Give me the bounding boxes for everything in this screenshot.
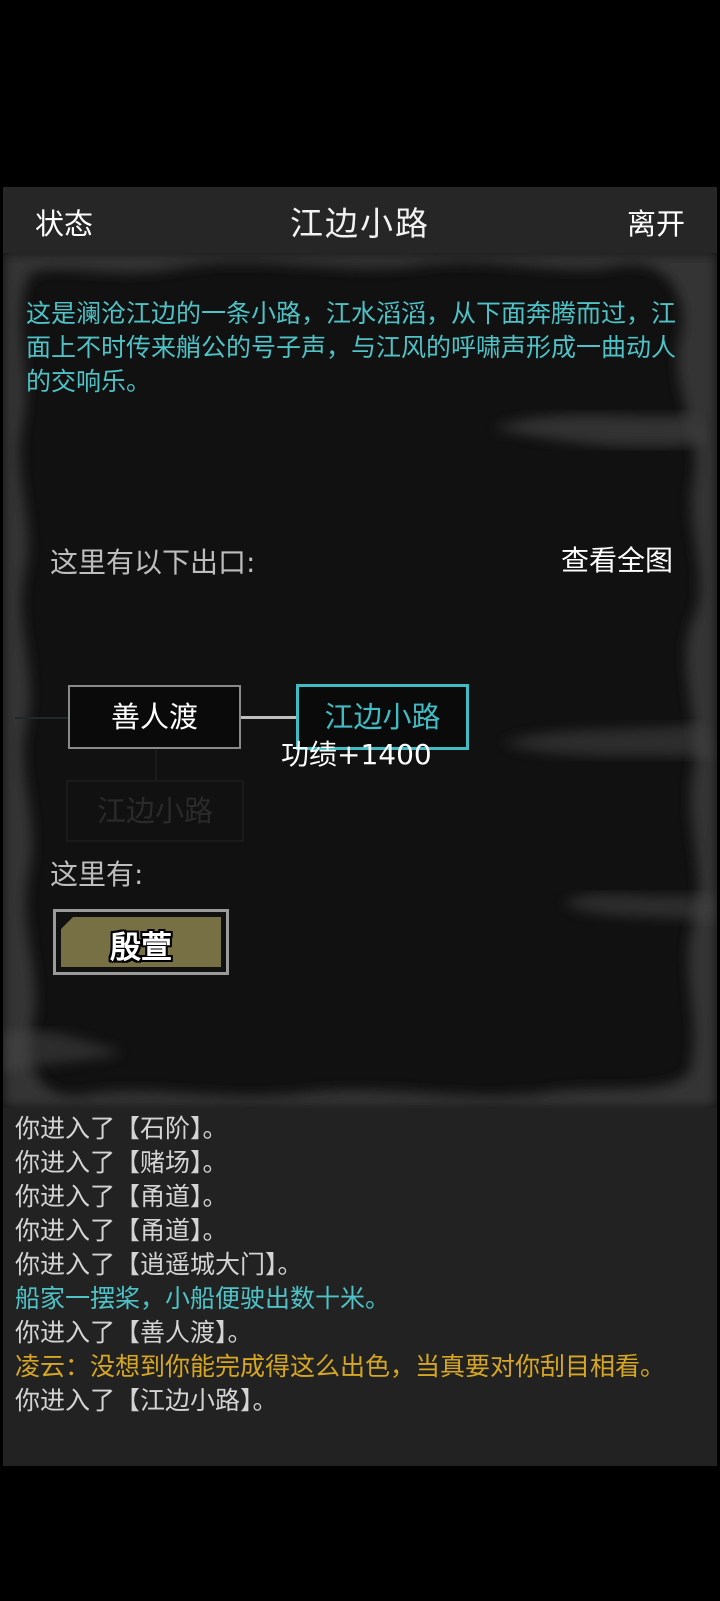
room-panel: 这是澜沧江边的一条小路，江水滔滔，从下面奔腾而过，江面上不时传来艄公的号子声，与…: [3, 253, 717, 1108]
log-line: 你进入了【赌场】。: [15, 1148, 228, 1177]
leave-button[interactable]: 离开: [627, 201, 685, 243]
here-label: 这里有:: [50, 858, 144, 891]
log-line: 你进入了【江边小路】。: [15, 1386, 278, 1415]
map-connector-vertical: [155, 750, 157, 780]
view-full-map-button[interactable]: 查看全图: [561, 539, 673, 579]
top-bar: 状态 江边小路 离开: [3, 187, 717, 253]
log-line: 你进入了【石阶】。: [15, 1114, 228, 1143]
exits-label: 这里有以下出口:: [50, 546, 256, 579]
merit-popup: 功绩+1400: [281, 738, 432, 771]
log-line-system: 船家一摆桨，小船便驶出数十米。: [15, 1284, 391, 1313]
game-screen: 状态 江边小路 离开 这是澜沧江边的一条小路，江水滔滔，从下面奔腾而过，江面上不…: [0, 0, 720, 1601]
message-log[interactable]: 你进入了【石阶】。 你进入了【赌场】。 你进入了【甬道】。 你进入了【甬道】。 …: [3, 1108, 717, 1466]
log-line: 你进入了【甬道】。: [15, 1216, 228, 1245]
log-line: 你进入了【逍遥城大门】。: [15, 1250, 303, 1279]
exit-faded-room: 江边小路: [66, 780, 244, 842]
log-line: 你进入了【甬道】。: [15, 1182, 228, 1211]
room-description: 这是澜沧江边的一条小路，江水滔滔，从下面奔腾而过，江面上不时传来艄公的号子声，与…: [26, 299, 677, 396]
npc-button[interactable]: 殷萱: [53, 909, 229, 975]
exit-west-room[interactable]: 善人渡: [68, 685, 241, 749]
room-title: 江边小路: [290, 204, 430, 243]
map-connector-left: [15, 717, 68, 719]
map-connector: [241, 716, 296, 719]
npc-name: 殷萱: [110, 930, 172, 966]
log-line: 你进入了【善人渡】。: [15, 1318, 253, 1347]
log-line-dialogue: 凌云：没想到你能完成得这么出色，当真要对你刮目相看。: [15, 1352, 666, 1381]
